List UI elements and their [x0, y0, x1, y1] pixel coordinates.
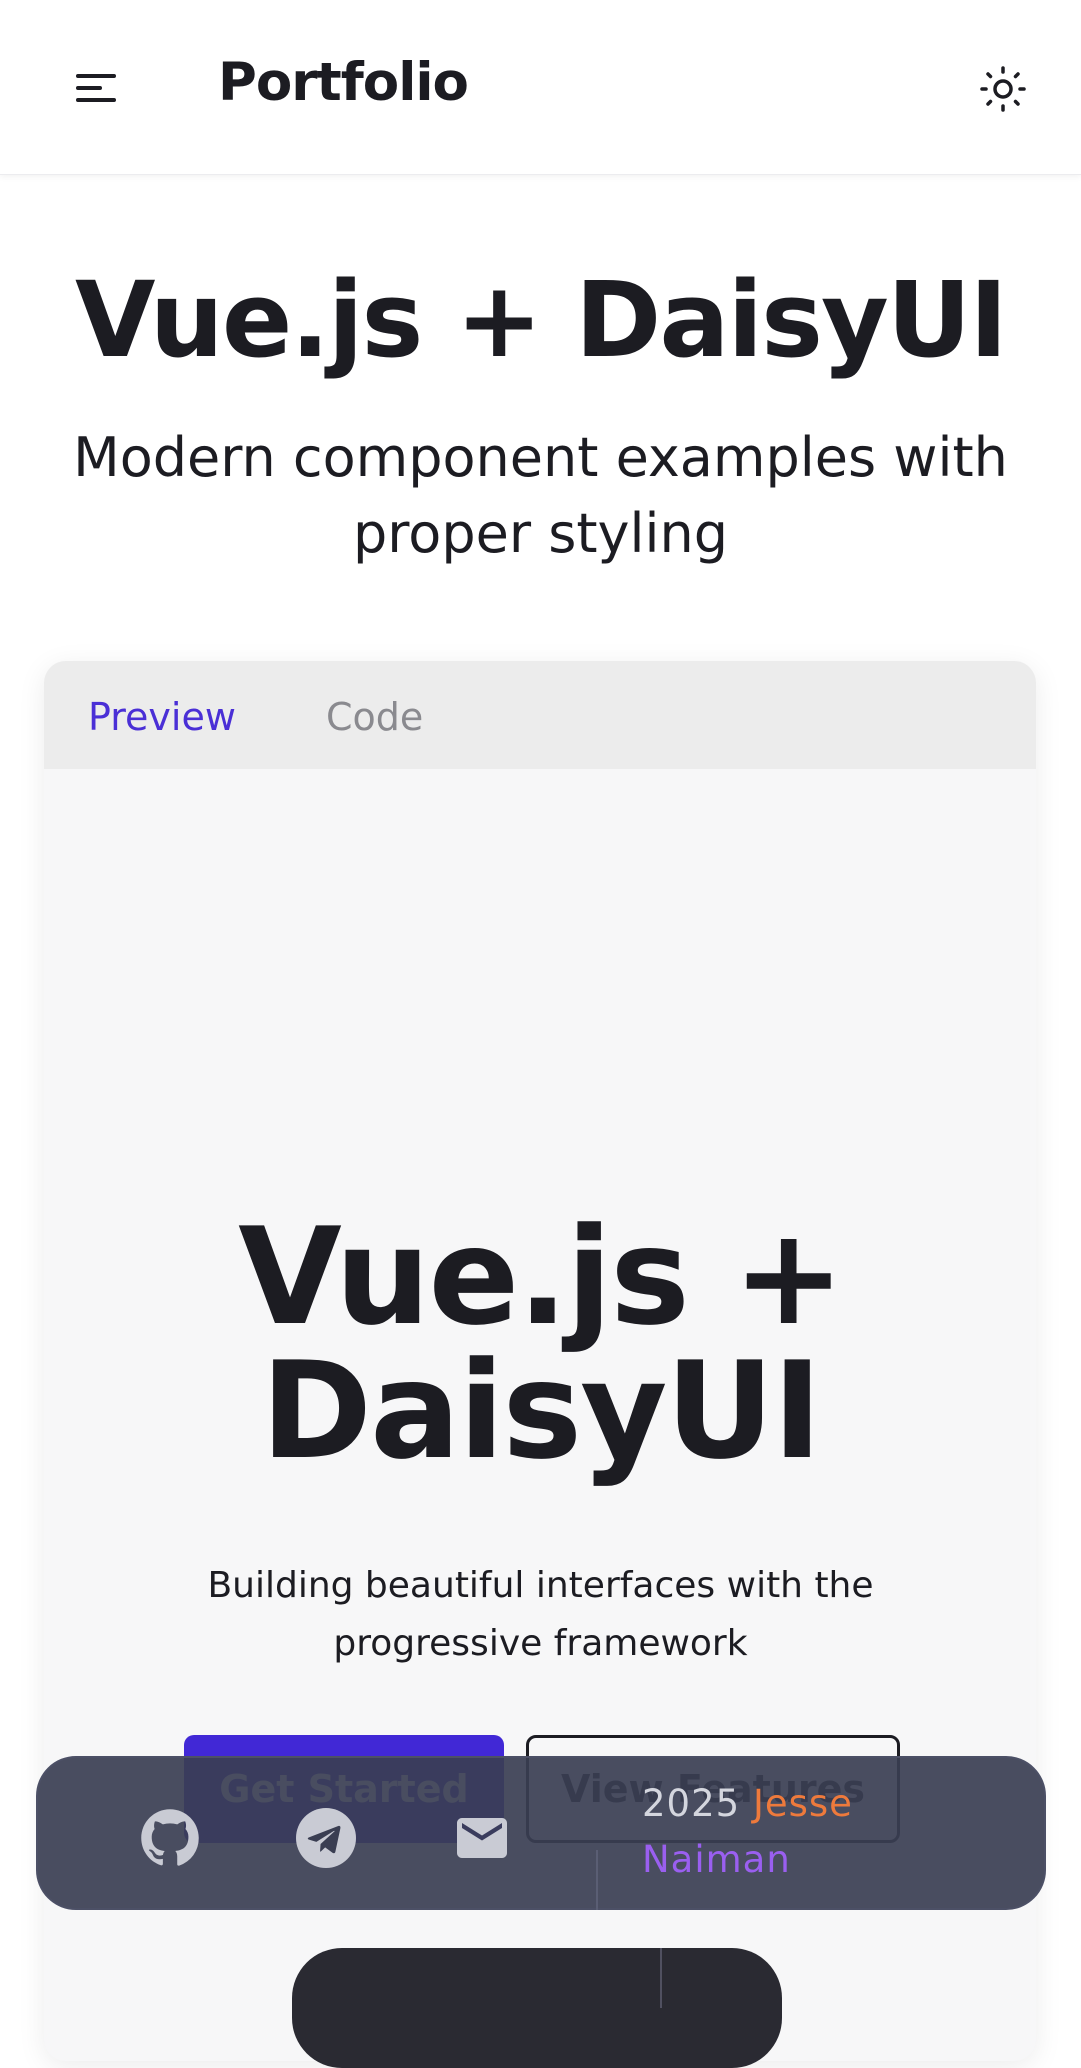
github-icon[interactable] — [140, 1808, 200, 1868]
tab-preview[interactable]: Preview — [88, 695, 236, 739]
footer-divider — [596, 1850, 598, 1910]
copyright-year: 2025 — [642, 1782, 741, 1825]
bottom-dock — [292, 1948, 782, 2068]
sun-icon[interactable] — [978, 64, 1028, 114]
tab-code[interactable]: Code — [326, 695, 423, 739]
telegram-icon[interactable] — [296, 1808, 356, 1868]
author-last-name[interactable]: Naiman — [642, 1838, 791, 1881]
dock-divider — [660, 1948, 662, 2008]
page-subtitle: Modern component examples with proper st… — [73, 426, 1008, 565]
footer-credit: 2025 Jesse Naiman — [642, 1776, 942, 1888]
demo-hero-subtitle: Building beautiful interfaces with the p… — [207, 1565, 874, 1664]
tab-bar: Preview Code — [44, 661, 1036, 769]
navbar: Portfolio — [0, 0, 1081, 175]
demo-hero-title: Vue.js + DaisyUI — [238, 1199, 845, 1489]
mail-icon[interactable] — [452, 1808, 512, 1868]
page-title: Vue.js + DaisyUI — [75, 259, 1008, 381]
footer-bar: 2025 Jesse Naiman — [36, 1756, 1046, 1910]
hamburger-menu-icon[interactable] — [72, 68, 120, 108]
author-first-name[interactable]: Jesse — [753, 1782, 853, 1825]
brand-title[interactable]: Portfolio — [218, 52, 469, 113]
